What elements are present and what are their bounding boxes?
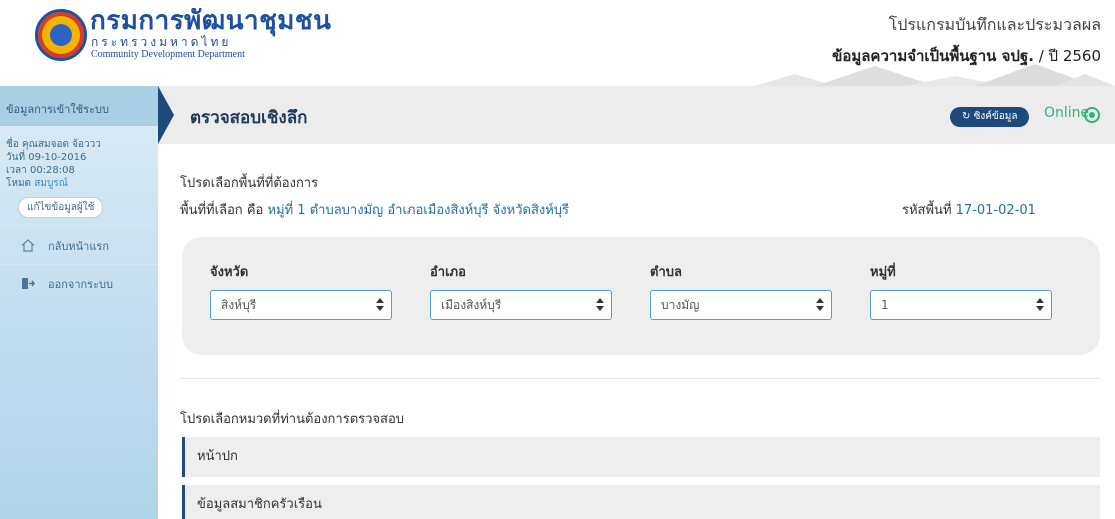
logout-icon	[20, 277, 36, 290]
login-time: เวลา 00:28:08	[6, 165, 75, 176]
sidebar-item-label: ออกจากระบบ	[48, 277, 113, 291]
village-select-value: 1	[881, 298, 889, 312]
org-name-th: กรมการพัฒนาชุมชน	[90, 6, 332, 36]
user-name: ชื่อ คุณสมจอด จ้อววว	[6, 139, 101, 150]
user-mode: โหมด สมบูรณ์	[6, 177, 152, 190]
app-header: กรมการพัฒนาชุมชน กระทรวงมหาดไทย Communit…	[0, 0, 1115, 86]
sidebar: ข้อมูลการเข้าใช้ระบบ ชื่อ คุณสมจอด จ้อวว…	[0, 86, 158, 519]
mode-value: สมบูรณ์	[34, 178, 68, 189]
sidebar-item-home[interactable]: กลับหน้าแรก	[0, 226, 158, 264]
village-select[interactable]: 1	[870, 290, 1052, 320]
sidebar-item-label: กลับหน้าแรก	[48, 239, 109, 253]
village-label: หมู่ที่	[870, 265, 896, 280]
province-select[interactable]: สิงห์บุรี	[210, 290, 392, 320]
area-filter-panel: จังหวัด สิงห์บุรี อำเภอ เมืองสิงห์บุรี ต…	[182, 237, 1100, 355]
selected-area-prefix: พื้นที่ที่เลือก คือ	[180, 203, 264, 218]
sync-icon: ↻	[962, 111, 974, 122]
district-label: อำเภอ	[430, 265, 466, 280]
province-label: จังหวัด	[210, 265, 249, 280]
category-item-cover[interactable]: หน้าปก	[182, 437, 1100, 477]
category-prompt: โปรดเลือกหมวดที่ท่านต้องการตรวจสอบ	[180, 412, 405, 427]
sync-data-button[interactable]: ↻ ซิงค์ข้อมูล	[950, 107, 1030, 127]
subdistrict-select-value: บางมัญ	[661, 298, 700, 312]
district-select[interactable]: เมืองสิงห์บุรี	[430, 290, 612, 320]
province-select-value: สิงห์บุรี	[221, 298, 257, 312]
select-updown-icon	[596, 297, 604, 313]
page-title: ตรวจสอบเชิงลึก	[190, 108, 308, 128]
selected-area-value: หมู่ที่ 1 ตำบลบางมัญ อำเภอเมืองสิงห์บุรี…	[267, 203, 570, 218]
title-bar: ตรวจสอบเชิงลึก ↻ ซิงค์ข้อมูล Online	[158, 86, 1115, 144]
area-code: รหัสพื้นที่ 17-01-02-01	[902, 199, 1036, 220]
online-status-text: Online	[1044, 105, 1090, 121]
online-status-icon	[1084, 107, 1100, 123]
sync-button-label: ซิงค์ข้อมูล	[973, 111, 1018, 122]
area-prompt: โปรดเลือกพื้นที่ที่ต้องการ	[180, 176, 319, 191]
section-divider	[180, 378, 1100, 379]
sidebar-header: ข้อมูลการเข้าใช้ระบบ	[0, 86, 158, 126]
sidebar-item-logout[interactable]: ออกจากระบบ	[0, 264, 158, 302]
login-date: วันที่ 09-10-2016	[6, 152, 87, 163]
houses-skyline-graphic	[755, 64, 1115, 86]
category-item-household-members[interactable]: ข้อมูลสมาชิกครัวเรือน	[182, 485, 1100, 519]
program-title: โปรแกรมบันทึกและประมวลผล	[888, 15, 1101, 34]
subdistrict-select[interactable]: บางมัญ	[650, 290, 832, 320]
area-code-value: 17-01-02-01	[955, 203, 1036, 218]
select-updown-icon	[376, 297, 384, 313]
org-name-en: Community Development Department	[91, 49, 245, 60]
cdd-logo-emblem	[35, 9, 87, 61]
area-code-label: รหัสพื้นที่	[902, 203, 952, 218]
selected-area-line: พื้นที่ที่เลือก คือ หมู่ที่ 1 ตำบลบางมัญ…	[180, 199, 569, 220]
title-arrow-marker	[158, 86, 174, 144]
home-icon	[20, 239, 36, 252]
edit-user-button[interactable]: แก้ไขข้อมูลผู้ใช้	[18, 197, 104, 218]
ministry-name: กระทรวงมหาดไทย	[91, 35, 232, 49]
mode-label: โหมด	[6, 178, 32, 189]
district-select-value: เมืองสิงห์บุรี	[441, 298, 502, 312]
subdistrict-label: ตำบล	[650, 265, 682, 280]
select-updown-icon	[1036, 297, 1044, 313]
select-updown-icon	[816, 297, 824, 313]
user-info: ชื่อ คุณสมจอด จ้อววว วันที่ 09-10-2016 เ…	[0, 126, 158, 226]
